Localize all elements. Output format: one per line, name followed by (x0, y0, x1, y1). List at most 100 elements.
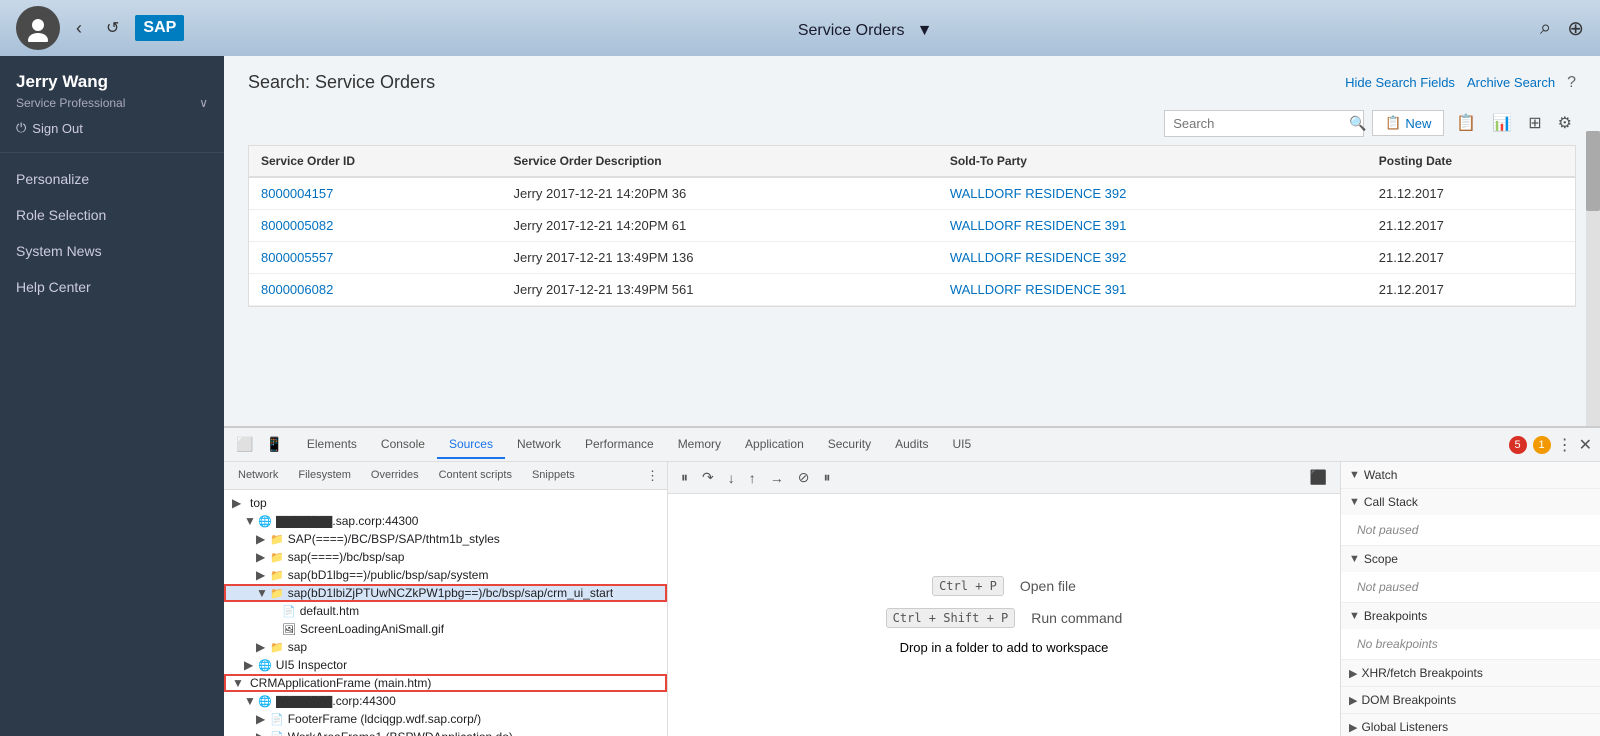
sold-to-party-cell[interactable]: WALLDORF RESIDENCE 391 (938, 210, 1367, 242)
grid-button[interactable]: ⊞ (1524, 109, 1545, 137)
tree-item[interactable]: ▶ top (224, 494, 667, 512)
tree-label: WorkAreaFrame1 (BSPWDApplication.do) (288, 730, 513, 736)
tab-application[interactable]: Application (733, 431, 816, 459)
new-button[interactable]: 📋 New (1372, 110, 1444, 136)
scroll-thumb[interactable] (1586, 131, 1600, 211)
sold-to-party-cell[interactable]: WALLDORF RESIDENCE 392 (938, 177, 1367, 210)
tree-item[interactable]: 🖼 ScreenLoadingAniSmall.gif (224, 620, 667, 638)
right-section-header[interactable]: ▶ XHR/fetch Breakpoints (1341, 660, 1600, 686)
posting-date-cell: 21.12.2017 (1367, 274, 1575, 306)
pause-exceptions-btn[interactable]: ⏸ (818, 466, 835, 489)
step-over-btn[interactable]: ↷ (697, 466, 719, 489)
right-section-header[interactable]: ▼ Scope (1341, 546, 1600, 572)
add-button[interactable]: ⊕ (1567, 16, 1584, 41)
scroll-bar[interactable] (1586, 131, 1600, 426)
right-section-header[interactable]: ▶ DOM Breakpoints (1341, 687, 1600, 713)
settings-button[interactable]: ⚙ (1554, 109, 1576, 137)
tree-item[interactable]: ▼ CRMApplicationFrame (main.htm) (224, 674, 667, 692)
right-section-header[interactable]: ▼ Call Stack (1341, 489, 1600, 515)
tree-item[interactable]: ▼ 🌐 ████████.sap.corp:44300 (224, 512, 667, 530)
sources-more-button[interactable]: ⋮ (642, 466, 663, 486)
section-arrow: ▼ (1349, 553, 1360, 565)
devtools-tab-icons: ⬜ 📱 (232, 434, 287, 455)
sources-sub-actions: ⋮ (642, 466, 663, 486)
devtools-close-button[interactable]: ✕ (1579, 435, 1592, 455)
hide-search-fields-link[interactable]: Hide Search Fields (1345, 75, 1455, 90)
sub-tab-filesystem[interactable]: Filesystem (288, 465, 361, 487)
pause-resume-btn[interactable]: ⏸ (676, 466, 693, 489)
back-button[interactable]: ‹ (68, 14, 90, 43)
sub-tab-snippets[interactable]: Snippets (522, 465, 585, 487)
tab-audits[interactable]: Audits (883, 431, 940, 459)
sold-to-party-cell[interactable]: WALLDORF RESIDENCE 392 (938, 242, 1367, 274)
table-row: 8000005557 Jerry 2017-12-21 13:49PM 136 … (249, 242, 1575, 274)
deactivate-breakpoints-btn[interactable]: ⊘ (793, 466, 815, 489)
tree-label: sap(====)/bc/bsp/sap (288, 550, 405, 564)
drawer-btn[interactable]: ⬛ (1305, 466, 1332, 489)
tree-item[interactable]: ▶ 📄 WorkAreaFrame1 (BSPWDApplication.do) (224, 728, 667, 736)
tree-item[interactable]: ▶ 📄 FooterFrame (ldciqgp.wdf.sap.corp/) (224, 710, 667, 728)
right-section-header[interactable]: ▼ Watch (1341, 462, 1600, 488)
step-out-btn[interactable]: ↑ (744, 467, 761, 489)
sap-logo: SAP (135, 15, 184, 41)
tab-console[interactable]: Console (369, 431, 437, 459)
sold-to-party-cell[interactable]: WALLDORF RESIDENCE 391 (938, 274, 1367, 306)
section-label: Watch (1364, 468, 1398, 482)
tree-item[interactable]: 📄 default.htm (224, 602, 667, 620)
role-chevron[interactable]: ∨ (199, 96, 208, 110)
step-btn[interactable]: → (765, 467, 789, 489)
device-toolbar-btn[interactable]: 📱 (261, 434, 286, 455)
sidebar-item-help-center[interactable]: Help Center (0, 269, 224, 305)
tree-label: sap(bD1lbg==)/public/bsp/sap/system (288, 568, 489, 582)
tab-ui5[interactable]: UI5 (940, 431, 983, 459)
step-into-btn[interactable]: ↓ (723, 467, 740, 489)
tree-item[interactable]: ▶ 🌐 UI5 Inspector (224, 656, 667, 674)
history-button[interactable]: ↺ (98, 14, 127, 42)
tree-item[interactable]: ▶ 📁 sap(bD1lbg==)/public/bsp/sap/system (224, 566, 667, 584)
sidebar-item-role-selection[interactable]: Role Selection (0, 197, 224, 233)
service-order-id-cell[interactable]: 8000004157 (249, 177, 502, 210)
archive-search-link[interactable]: Archive Search (1467, 75, 1555, 90)
tree-item[interactable]: ▼ 🌐 ████████.corp:44300 (224, 692, 667, 710)
sub-tab-network[interactable]: Network (228, 465, 288, 487)
tab-elements[interactable]: Elements (295, 431, 369, 459)
app-title-chevron[interactable]: ▼ (917, 22, 933, 39)
search-button[interactable]: ⌕ (1540, 16, 1551, 41)
tree-icon: 🌐 (258, 659, 272, 672)
service-order-id-cell[interactable]: 8000005082 (249, 210, 502, 242)
tree-item[interactable]: ▼ 📁 sap(bD1lbiZjPTUwNCZkPW1pbg==)/bc/bsp… (224, 584, 667, 602)
tree-icon: 🌐 (258, 695, 272, 708)
tab-performance[interactable]: Performance (573, 431, 666, 459)
inspect-element-btn[interactable]: ⬜ (232, 434, 257, 455)
tab-security[interactable]: Security (816, 431, 883, 459)
tree-arrow: ▶ (256, 568, 270, 582)
service-order-id-cell[interactable]: 8000005557 (249, 242, 502, 274)
tree-item[interactable]: ▶ 📁 sap(====)/bc/bsp/sap (224, 548, 667, 566)
sign-out-button[interactable]: ⏻ Sign Out (16, 120, 208, 136)
devtools-more-button[interactable]: ⋮ (1557, 435, 1573, 455)
copy-button[interactable]: 📋 (1452, 109, 1480, 137)
posting-date-cell: 21.12.2017 (1367, 177, 1575, 210)
right-section-header[interactable]: ▼ Breakpoints (1341, 603, 1600, 629)
tab-network[interactable]: Network (505, 431, 573, 459)
search-input[interactable] (1173, 116, 1349, 131)
search-box[interactable]: 🔍 (1164, 110, 1364, 137)
sub-tab-overrides[interactable]: Overrides (361, 465, 429, 487)
user-role-text: Service Professional (16, 96, 125, 110)
tab-sources[interactable]: Sources (437, 431, 505, 459)
sub-tab-content-scripts[interactable]: Content scripts (429, 465, 522, 487)
tab-memory[interactable]: Memory (666, 431, 733, 459)
tree-item[interactable]: ▶ 📁 SAP(====)/BC/BSP/SAP/thtm1b_styles (224, 530, 667, 548)
tree-item[interactable]: ▶ 📁 sap (224, 638, 667, 656)
tree-label: SAP(====)/BC/BSP/SAP/thtm1b_styles (288, 532, 500, 546)
service-order-id-cell[interactable]: 8000006082 (249, 274, 502, 306)
right-section-header[interactable]: ▶ Global Listeners (1341, 714, 1600, 736)
sidebar-item-system-news[interactable]: System News (0, 233, 224, 269)
app-bar-actions: ⌕ ⊕ (1540, 16, 1584, 41)
sidebar-item-personalize[interactable]: Personalize (0, 161, 224, 197)
tree-label: sap(bD1lbiZjPTUwNCZkPW1pbg==)/bc/bsp/sap… (288, 586, 613, 600)
help-icon[interactable]: ? (1567, 74, 1576, 92)
service-order-desc-cell: Jerry 2017-12-21 14:20PM 61 (502, 210, 938, 242)
sap-header: Search: Service Orders Hide Search Field… (224, 56, 1600, 101)
chart-button[interactable]: 📊 (1488, 109, 1516, 137)
